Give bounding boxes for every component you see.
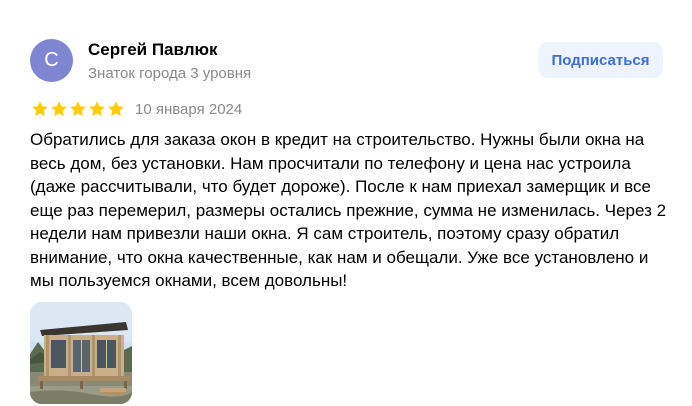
avatar[interactable]: С [30,39,73,82]
star-icon [32,101,48,117]
subscribe-button[interactable]: Подписаться [538,42,663,78]
review-date: 10 января 2024 [135,101,243,118]
star-icon [89,101,105,117]
review-text: Обратились для заказа окон в кредит на с… [30,130,667,290]
star-icon [70,101,86,117]
star-icon [108,101,124,117]
avatar-letter: С [44,49,59,71]
author-name[interactable]: Сергей Павлюк [88,40,218,60]
rating-stars [31,100,125,118]
star-icon [51,101,67,117]
house-photo [30,302,132,404]
review-photo[interactable] [30,302,132,404]
author-level: Знаток города 3 уровня [88,65,252,82]
